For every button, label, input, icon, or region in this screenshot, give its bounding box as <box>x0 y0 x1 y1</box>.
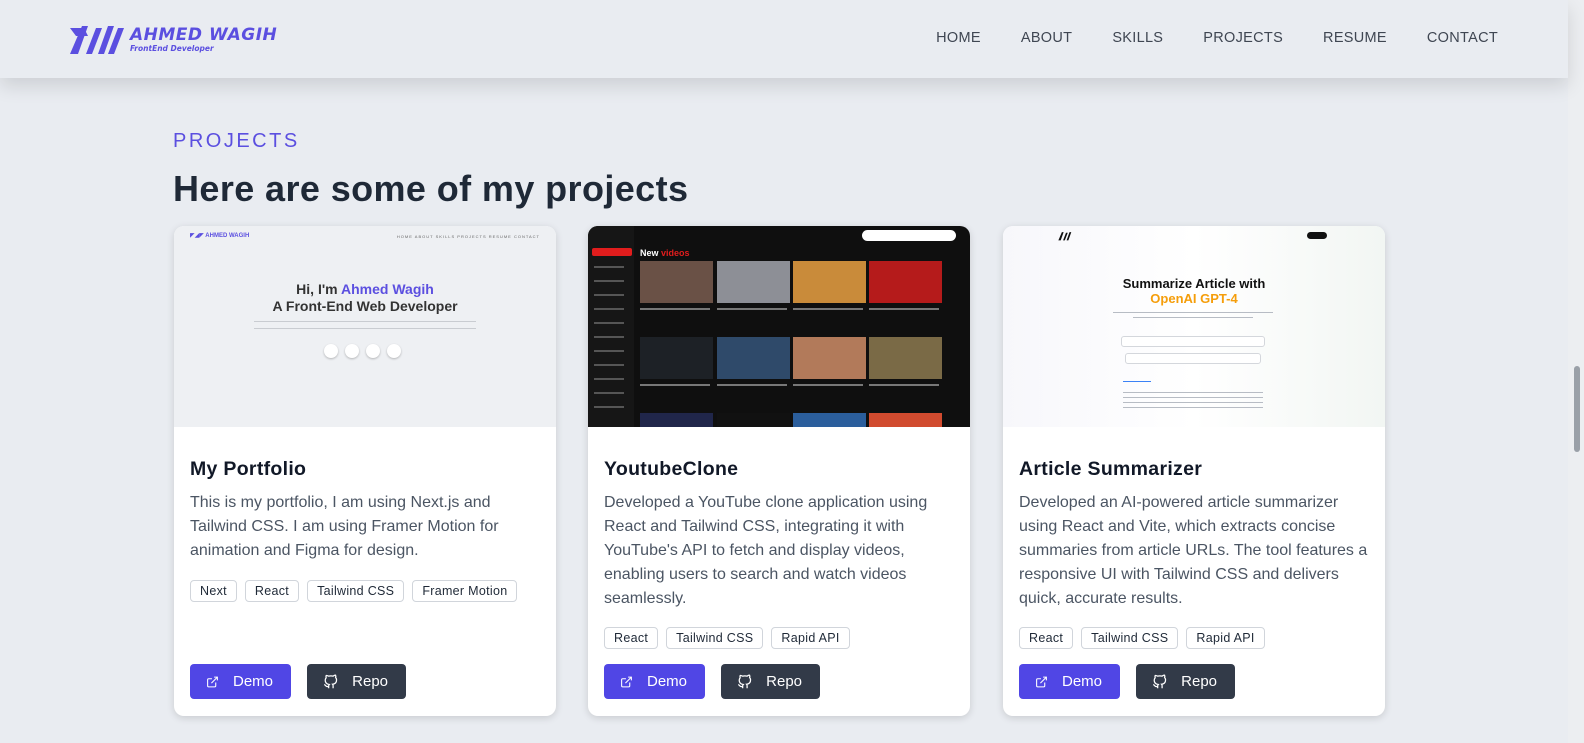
tag: React <box>244 580 300 602</box>
project-card-article-summarizer: Summarize Article with OpenAI GPT-4 Arti… <box>1003 226 1385 716</box>
preview-logo-icon <box>1058 232 1072 241</box>
project-tags: Next React Tailwind CSS Framer Motion <box>190 580 518 602</box>
demo-button[interactable]: Demo <box>604 664 705 699</box>
repo-label: Repo <box>1181 673 1217 690</box>
tag: Tailwind CSS <box>666 627 764 649</box>
tag: React <box>604 627 659 649</box>
section-label: PROJECTS <box>173 130 300 152</box>
project-preview-image: ◤◢◤ AHMED WAGIH HOME ABOUT SKILLS PROJEC… <box>174 226 556 427</box>
preview-title-accent: OpenAI GPT-4 <box>1150 291 1238 306</box>
github-icon <box>737 674 752 688</box>
tag: Next <box>190 580 237 602</box>
preview-hero-line2: A Front-End Web Developer <box>272 298 458 314</box>
tag: Rapid API <box>771 627 850 649</box>
project-actions: Demo Repo <box>190 664 406 699</box>
repo-label: Repo <box>766 673 802 690</box>
tag: Rapid API <box>1186 627 1265 649</box>
preview-title: Summarize Article with <box>1122 276 1266 291</box>
project-card-portfolio: ◤◢◤ AHMED WAGIH HOME ABOUT SKILLS PROJEC… <box>174 226 556 716</box>
project-tags: React Tailwind CSS Rapid API <box>1019 627 1265 649</box>
demo-label: Demo <box>1061 673 1102 690</box>
page-scrollbar[interactable] <box>1568 0 1584 743</box>
project-title: Article Summarizer <box>1019 458 1203 480</box>
nav-home[interactable]: HOME <box>936 30 981 46</box>
demo-label: Demo <box>232 673 273 690</box>
project-preview-image: New videos <box>588 226 970 427</box>
preview-mini-nav: ◤◢◤ AHMED WAGIH HOME ABOUT SKILLS PROJEC… <box>190 232 540 244</box>
navbar: AHMED WAGIH FrontEnd Developer HOME ABOU… <box>0 0 1568 78</box>
site-logo[interactable]: AHMED WAGIH FrontEnd Developer <box>68 22 277 56</box>
project-preview-image: Summarize Article with OpenAI GPT-4 <box>1003 226 1385 427</box>
preview-links: HOME ABOUT SKILLS PROJECTS RESUME CONTAC… <box>396 234 540 239</box>
tag: React <box>1019 627 1074 649</box>
nav-projects[interactable]: PROJECTS <box>1203 30 1283 46</box>
project-description: Developed an AI-powered article summariz… <box>1019 494 1368 607</box>
project-title: My Portfolio <box>190 458 307 480</box>
demo-button[interactable]: Demo <box>190 664 291 699</box>
demo-button[interactable]: Demo <box>1019 664 1120 699</box>
project-description: Developed a YouTube clone application us… <box>604 494 928 607</box>
project-actions: Demo Repo <box>604 664 820 699</box>
project-tags: React Tailwind CSS Rapid API <box>604 627 850 649</box>
logo-subtitle: FrontEnd Developer <box>130 43 214 53</box>
repo-button[interactable]: Repo <box>307 664 406 699</box>
preview-hero-line1: Hi, I'm Ahmed Wagih <box>296 281 434 297</box>
project-title: YoutubeClone <box>604 458 739 480</box>
project-actions: Demo Repo <box>1019 664 1235 699</box>
repo-button[interactable]: Repo <box>721 664 820 699</box>
nav-contact[interactable]: CONTACT <box>1427 30 1498 46</box>
project-description: This is my portfolio, I am using Next.js… <box>190 494 499 559</box>
nav-about[interactable]: ABOUT <box>1021 30 1072 46</box>
preview-github-pill <box>1307 232 1327 239</box>
preview-sidebar <box>588 226 634 427</box>
tag: Tailwind CSS <box>307 580 405 602</box>
tag: Tailwind CSS <box>1081 627 1179 649</box>
section-title: Here are some of my projects <box>173 168 689 209</box>
preview-heading: New videos <box>640 248 690 258</box>
external-link-icon <box>1036 676 1047 687</box>
preview-search <box>862 230 956 241</box>
logo-name: AHMED WAGIH <box>130 24 278 45</box>
scrollbar-thumb[interactable] <box>1574 366 1580 452</box>
nav-skills[interactable]: SKILLS <box>1112 30 1163 46</box>
preview-hero-paragraph <box>254 321 476 329</box>
preview-social-icons <box>324 344 401 358</box>
logo-mark-icon <box>70 26 124 54</box>
demo-label: Demo <box>646 673 687 690</box>
project-card-youtube-clone: New videos YoutubeClone Developed a YouT… <box>588 226 970 716</box>
external-link-icon <box>207 676 218 687</box>
github-icon <box>323 674 338 688</box>
github-icon <box>1152 674 1167 688</box>
external-link-icon <box>621 676 632 687</box>
repo-label: Repo <box>352 673 388 690</box>
main-nav: HOME ABOUT SKILLS PROJECTS RESUME CONTAC… <box>896 30 1498 46</box>
repo-button[interactable]: Repo <box>1136 664 1235 699</box>
nav-resume[interactable]: RESUME <box>1323 30 1387 46</box>
tag: Framer Motion <box>412 580 518 602</box>
preview-logo: ◤◢◤ AHMED WAGIH <box>190 233 250 239</box>
